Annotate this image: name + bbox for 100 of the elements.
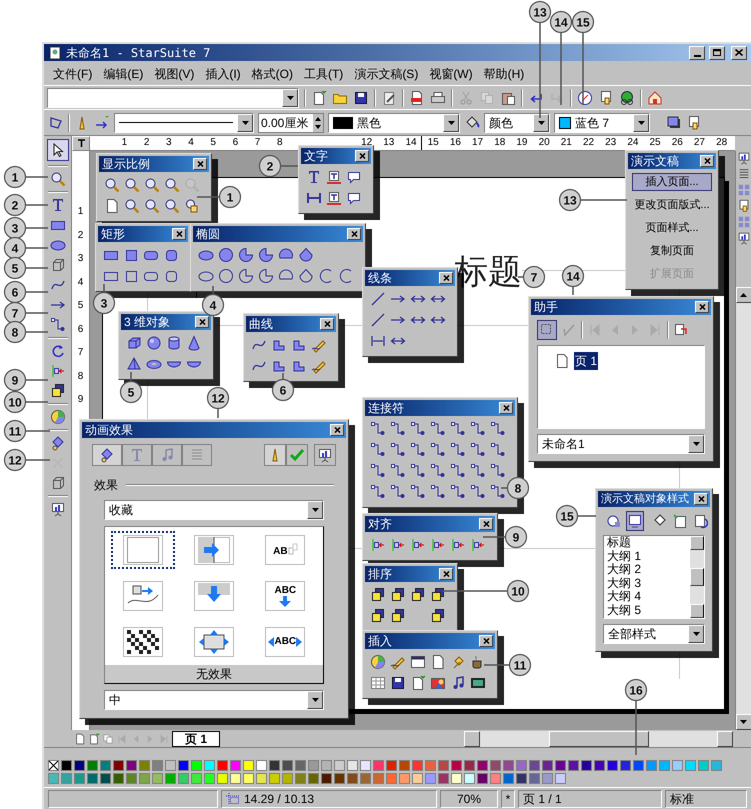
dropdown-field[interactable]: 中: [104, 690, 324, 710]
ruler-label: 15: [428, 136, 439, 150]
dropdown-field[interactable]: 蓝色 7: [554, 112, 650, 132]
panel-title: 对齐: [368, 517, 392, 531]
style-filter-value: 全部样式: [608, 626, 656, 643]
dropdown-field[interactable]: 黑色: [328, 112, 460, 132]
menu-item[interactable]: 演示文稿(S): [349, 65, 424, 83]
dropdown-field[interactable]: 颜色: [484, 112, 550, 132]
callout-badge: 1: [218, 186, 242, 208]
callout-badge: 11: [508, 654, 532, 676]
command-button[interactable]: 复制页面: [632, 242, 712, 260]
section-label: 效果: [94, 477, 118, 494]
style-item[interactable]: 标题: [607, 536, 690, 550]
panel-title: 动画效果: [85, 423, 133, 437]
fill-color-value: 蓝色 7: [575, 114, 610, 132]
line-color-value: 黑色: [357, 114, 381, 132]
callout-badge: 3: [4, 216, 26, 240]
ruler-label: 5: [210, 136, 216, 150]
style-item[interactable]: 大纲 1: [607, 550, 690, 563]
callout-badge: 10: [506, 580, 530, 602]
ruler-label: 20: [538, 136, 550, 150]
effect-option[interactable]: AB: [253, 531, 318, 569]
area-style-value: 颜色: [489, 114, 513, 132]
ruler-label: 17: [472, 136, 484, 150]
callout-badge: 2: [258, 154, 282, 178]
page-tab[interactable]: 页 1: [172, 730, 220, 746]
callout-badge: 7: [522, 266, 546, 288]
ruler-label: 6: [78, 324, 84, 334]
tree-item[interactable]: 页 1: [574, 352, 598, 370]
speed-value: 中: [109, 692, 121, 709]
panel-title: 助手: [534, 300, 558, 314]
callout-badge: 6: [4, 280, 26, 304]
callout-badge: 2: [4, 194, 26, 216]
style-item[interactable]: 大纲 5: [607, 604, 690, 617]
panel-title: 显示比例: [102, 157, 150, 171]
slide-title: 标题: [454, 254, 522, 290]
panel-title: 演示文稿: [631, 154, 679, 168]
ruler-label: 4: [188, 136, 194, 150]
callout-badge: 13: [528, 0, 552, 24]
ruler-label: 3: [78, 254, 84, 264]
command-button[interactable]: 页面样式...: [632, 219, 712, 237]
panel-title: 矩形: [101, 227, 125, 241]
menu-item[interactable]: 视图(V): [149, 65, 200, 83]
ruler-label: 26: [672, 136, 683, 150]
panel-title: 插入: [368, 634, 392, 648]
ruler-label: 4: [78, 278, 84, 288]
menu-item[interactable]: 格式(O): [246, 65, 298, 83]
command-button[interactable]: 更改页面版式...: [632, 196, 712, 214]
ruler-label: 25: [650, 136, 661, 150]
style-item[interactable]: 大纲 3: [607, 576, 690, 590]
ruler-label: 12: [361, 136, 372, 150]
ruler-label: 2: [78, 230, 84, 240]
ruler-label: 8: [276, 136, 282, 150]
command-button[interactable]: 插入页面...: [632, 173, 712, 191]
line-width-value: 0.00厘米: [260, 114, 310, 132]
modified-field: *: [501, 790, 515, 808]
ruler-label: 19: [516, 136, 528, 150]
ruler-label: 24: [627, 136, 638, 150]
style-item[interactable]: 大纲 4: [607, 590, 690, 604]
menu-item[interactable]: 视窗(W): [424, 65, 478, 83]
panel-title: 演示文稿对象样式: [601, 492, 689, 506]
panel-title: 文字: [304, 149, 328, 163]
ruler-label: 5: [78, 301, 84, 311]
zoom-field[interactable]: 70%: [440, 790, 498, 808]
callout-badge: 3: [92, 292, 116, 314]
menu-item[interactable]: 编辑(E): [98, 65, 148, 83]
ruler-label: 6: [232, 136, 238, 150]
panel-title: 排序: [368, 567, 392, 581]
page-field: 页 1 / 1: [518, 790, 662, 808]
effect-option[interactable]: ABC: [253, 623, 318, 661]
ruler-label: 7: [254, 136, 260, 150]
dropdown-field[interactable]: 收藏: [104, 500, 324, 520]
effect-option[interactable]: ABC: [253, 577, 318, 615]
panel-title: 线条: [368, 271, 392, 285]
window-title: 未命名1 - StarSuite 7: [66, 44, 212, 62]
ruler-label: 14: [405, 136, 417, 150]
callout-badge: 4: [202, 294, 224, 316]
menu-item[interactable]: 文件(F): [48, 65, 98, 83]
effect-caption: 无效果: [105, 665, 323, 683]
callout-badge: 11: [4, 420, 26, 442]
style-item[interactable]: 大纲 2: [607, 563, 690, 576]
panel-title: 椭圆: [196, 227, 220, 241]
menu-item[interactable]: 工具(T): [298, 65, 348, 83]
callout-badge: 6: [272, 378, 294, 402]
ruler-label: 27: [694, 136, 705, 150]
ruler-label: 28: [716, 136, 728, 150]
ruler-label: 21: [560, 136, 572, 150]
document-name: 未命名1: [542, 436, 585, 453]
callout-badge: 14: [562, 264, 584, 288]
callout-badge: 9: [4, 368, 26, 392]
ruler-label: 2: [144, 136, 150, 150]
dropdown-field[interactable]: 全部样式: [603, 624, 705, 644]
menu-item[interactable]: 插入(I): [200, 65, 246, 83]
callout-badge: 16: [624, 678, 648, 702]
ruler-label: 16: [450, 136, 461, 150]
menu-item[interactable]: 帮助(H): [478, 65, 530, 83]
line-width-field[interactable]: 0.00厘米: [258, 112, 324, 132]
dropdown-field[interactable]: 未命名1: [537, 434, 705, 454]
callout-badge: 5: [4, 256, 26, 280]
effect-sample-text: ABC: [274, 586, 296, 596]
